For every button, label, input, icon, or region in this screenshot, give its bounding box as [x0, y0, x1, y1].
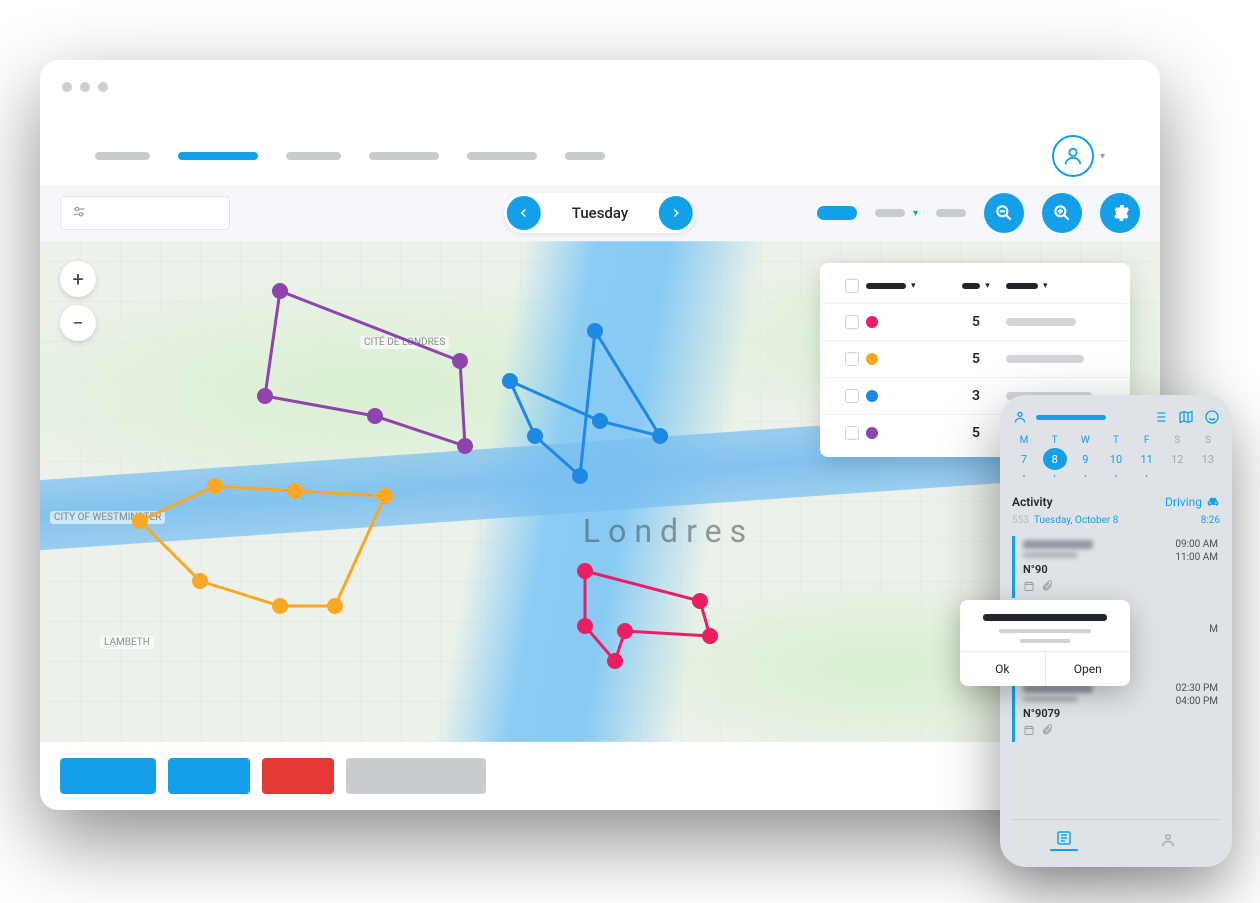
desktop-window: ▾ Tuesday ▾ [40, 60, 1160, 810]
filter-input[interactable] [60, 196, 230, 230]
route-stop[interactable] [327, 598, 343, 614]
action-button-delete[interactable] [262, 758, 334, 794]
route-stop[interactable] [367, 408, 383, 424]
user-avatar[interactable] [1052, 135, 1094, 177]
user-icon [1012, 409, 1028, 425]
route-stop[interactable] [272, 283, 288, 299]
day-selector: Tuesday [504, 193, 696, 233]
activity-label: Activity [1012, 495, 1053, 509]
chevron-down-icon: ▾ [913, 208, 918, 219]
dialog-open-button[interactable]: Open [1045, 652, 1131, 686]
status-indicator: Driving [1165, 495, 1220, 509]
route-stop[interactable] [692, 593, 708, 609]
calendar-day[interactable]: 11 [1135, 448, 1159, 470]
card-reference: N°9079 [1023, 707, 1214, 720]
legend-row-checkbox[interactable] [845, 352, 859, 366]
settings-button[interactable] [1100, 193, 1140, 233]
action-button-1[interactable] [60, 758, 156, 794]
calendar-day[interactable]: 10 [1104, 448, 1128, 470]
filter-chip-2[interactable] [936, 209, 966, 217]
action-button-2[interactable] [168, 758, 250, 794]
route-stop[interactable] [207, 478, 223, 494]
map-zoom-out-button[interactable]: − [60, 305, 96, 341]
map-city-label: Londres [583, 512, 754, 550]
legend-row[interactable]: 5 [820, 303, 1130, 340]
action-button-disabled [346, 758, 486, 794]
legend-row-checkbox[interactable] [845, 426, 859, 440]
route-stop[interactable] [452, 353, 468, 369]
route-stop[interactable] [572, 468, 588, 484]
car-icon [1206, 495, 1220, 509]
calendar-icon [1023, 580, 1035, 592]
route-stop[interactable] [502, 373, 518, 389]
calendar-day[interactable]: 9 [1073, 448, 1097, 470]
attachment-icon [1041, 580, 1053, 592]
zoom-out-button[interactable] [984, 193, 1024, 233]
calendar-day[interactable]: 13 [1196, 448, 1220, 470]
map-icon[interactable] [1178, 409, 1194, 425]
route-stop[interactable] [607, 653, 623, 669]
route-stop[interactable] [617, 623, 633, 639]
nav-item-4[interactable] [369, 152, 439, 160]
route-stop[interactable] [272, 598, 288, 614]
schedule-card[interactable]: 02:30 PM04:00 PMN°9079 [1012, 680, 1220, 742]
route-stop[interactable] [587, 323, 603, 339]
card-reference: N°90 [1023, 563, 1214, 576]
map-zoom-in-button[interactable]: + [60, 261, 96, 297]
alert-dialog: Ok Open [960, 600, 1130, 686]
calendar-day[interactable]: 7 [1012, 448, 1036, 470]
legend-row[interactable]: 5 [820, 340, 1130, 377]
route-stop[interactable] [702, 628, 718, 644]
legend-row-checkbox[interactable] [845, 315, 859, 329]
action-buttons [60, 758, 486, 794]
schedule-card[interactable]: 09:00 AM11:00 AMN°90 [1012, 536, 1220, 598]
filter-chip-1[interactable] [875, 209, 905, 217]
calendar-weekday: T [1104, 435, 1128, 446]
calendar-weekday: T [1043, 435, 1067, 446]
mobile-app: MTWTFSS 78910111213 ••••• Activity Drivi… [1000, 395, 1232, 867]
dialog-ok-button[interactable]: Ok [960, 652, 1045, 686]
next-day-button[interactable] [659, 196, 693, 230]
route-stop[interactable] [287, 483, 303, 499]
nav-item-6[interactable] [565, 152, 605, 160]
list-icon[interactable] [1152, 409, 1168, 425]
nav-item-5[interactable] [467, 152, 537, 160]
calendar-weekday: W [1073, 435, 1097, 446]
zoom-in-button[interactable] [1042, 193, 1082, 233]
nav-item-1[interactable] [95, 152, 150, 160]
route-stop[interactable] [132, 513, 148, 529]
toolbar: Tuesday ▾ [40, 185, 1160, 241]
route-stop[interactable] [652, 428, 668, 444]
route-stop[interactable] [192, 573, 208, 589]
nav-item-2[interactable] [178, 152, 258, 160]
mobile-tab-agenda[interactable] [1012, 820, 1116, 859]
calendar-day[interactable]: 12 [1165, 448, 1189, 470]
legend-select-all-checkbox[interactable] [845, 279, 859, 293]
route-stop[interactable] [592, 413, 608, 429]
route-stop[interactable] [577, 618, 593, 634]
day-label: Tuesday [544, 204, 656, 222]
map-poi-westminster: CITY OF WESTMINSTER [50, 511, 165, 524]
route-stop[interactable] [257, 388, 273, 404]
nav-item-3[interactable] [286, 152, 341, 160]
mobile-tab-profile[interactable] [1116, 820, 1220, 859]
route-stop[interactable] [457, 438, 473, 454]
smile-icon[interactable] [1204, 409, 1220, 425]
window-controls [62, 82, 108, 92]
route-stop[interactable] [577, 563, 593, 579]
calendar-icon [1023, 724, 1035, 736]
attachment-icon [1041, 724, 1053, 736]
avatar-caret-icon[interactable]: ▾ [1100, 151, 1105, 162]
route-stop[interactable] [527, 428, 543, 444]
calendar-weekday: M [1012, 435, 1036, 446]
calendar-weekday: S [1196, 435, 1220, 446]
prev-day-button[interactable] [507, 196, 541, 230]
filter-chip-active[interactable] [817, 206, 857, 220]
mobile-title [1036, 415, 1106, 420]
route-stop[interactable] [377, 488, 393, 504]
calendar-weekday: F [1135, 435, 1159, 446]
legend-row-checkbox[interactable] [845, 389, 859, 403]
calendar-day[interactable]: 8 [1043, 448, 1067, 470]
calendar-weekday: S [1165, 435, 1189, 446]
